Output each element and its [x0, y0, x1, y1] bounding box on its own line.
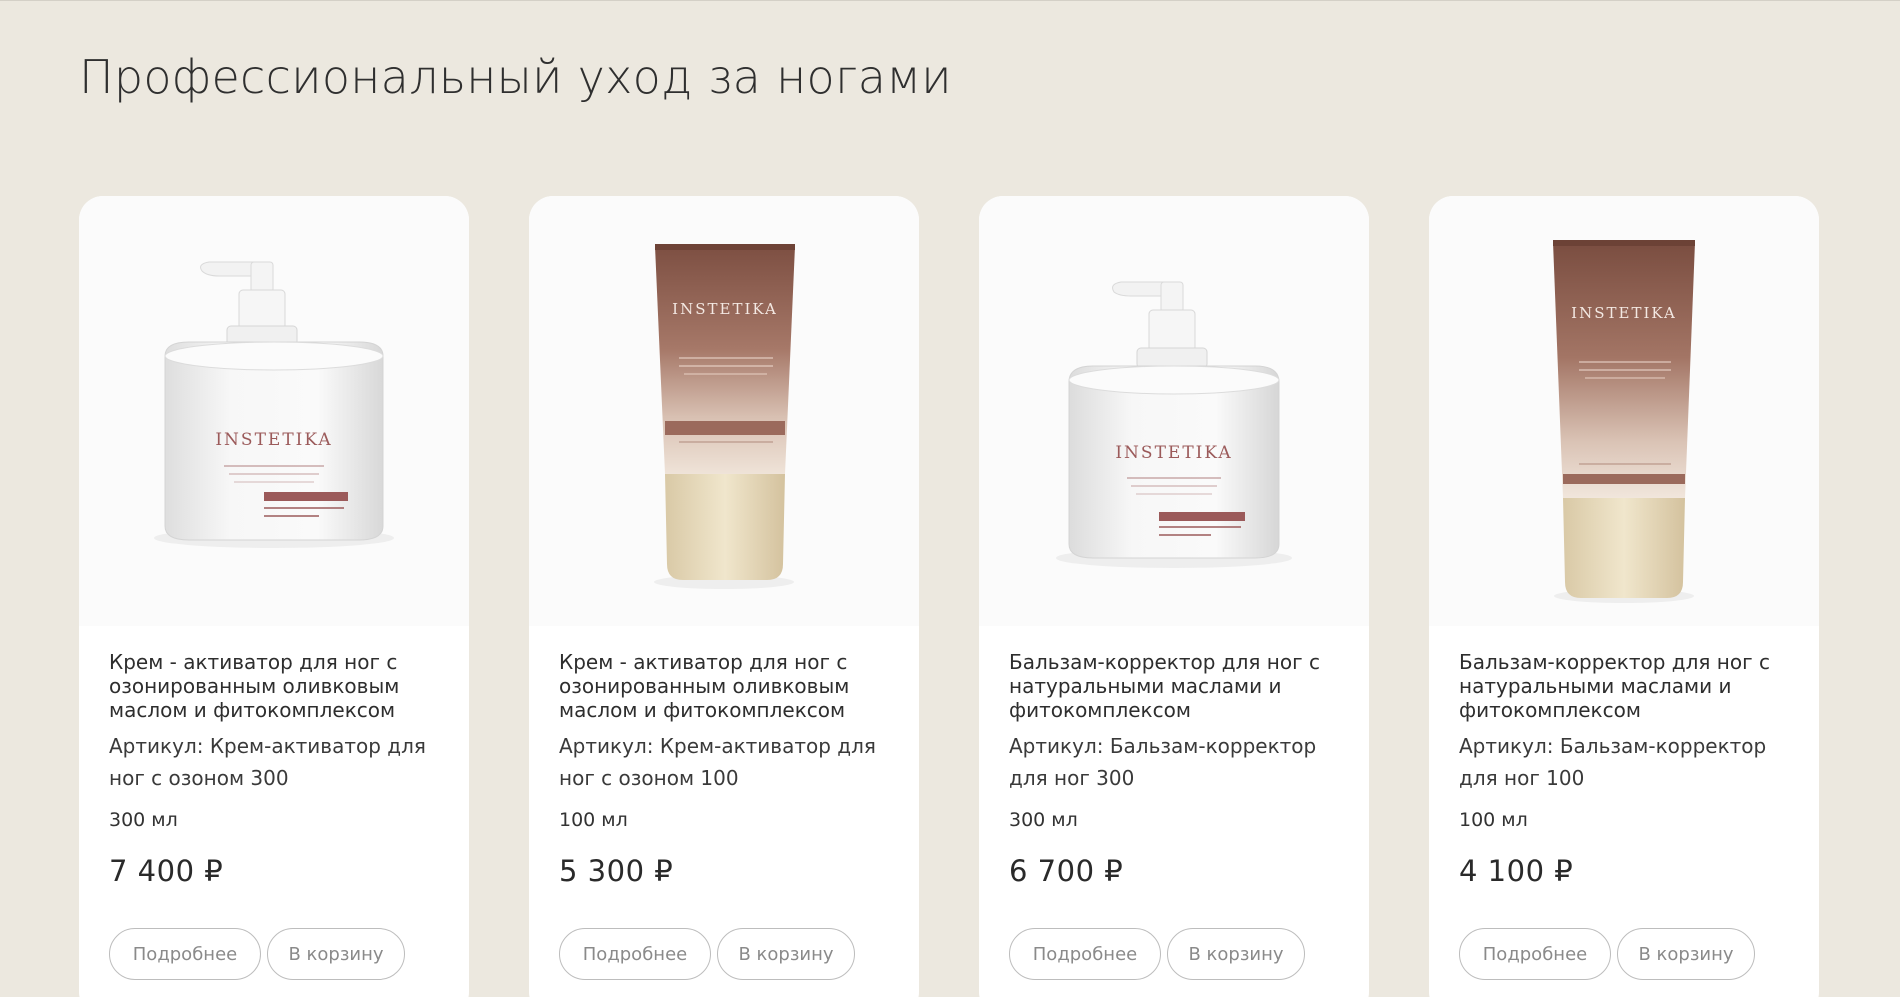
- tube-image: INSTETIKA: [654, 244, 795, 589]
- brand-label: INSTETIKA: [672, 300, 778, 318]
- tube-image: INSTETIKA: [1553, 240, 1695, 603]
- pump-jar-image: INSTETIKA: [154, 261, 394, 548]
- product-card[interactable]: INSTETIKA Крем - активатор для ног с озо…: [529, 196, 919, 997]
- brand-label: INSTETIKA: [215, 430, 332, 450]
- add-to-cart-button[interactable]: В корзину: [1617, 928, 1755, 980]
- product-name[interactable]: Бальзам-корректор для ног с натуральными…: [1459, 650, 1794, 722]
- brand-label: INSTETIKA: [1115, 443, 1232, 463]
- product-volume: 300 мл: [1009, 809, 1078, 831]
- product-price: 7 400 ₽: [109, 854, 224, 888]
- product-card[interactable]: INSTETIKA Крем - активатор для ног с озо…: [79, 196, 469, 997]
- add-to-cart-button[interactable]: В корзину: [717, 928, 855, 980]
- product-sku: Артикул: Крем-активатор для ног с озоном…: [109, 734, 426, 790]
- product-sku: Артикул: Бальзам-корректор для ног 300: [1009, 734, 1317, 790]
- product-image[interactable]: INSTETIKA: [979, 196, 1369, 626]
- add-to-cart-button[interactable]: В корзину: [267, 928, 405, 980]
- product-volume: 100 мл: [1459, 809, 1528, 831]
- product-card[interactable]: INSTETIKA Бальзам-корректор для ног с на…: [1429, 196, 1819, 997]
- details-button[interactable]: Подробнее: [109, 928, 261, 980]
- product-volume: 300 мл: [109, 809, 178, 831]
- add-to-cart-button[interactable]: В корзину: [1167, 928, 1305, 980]
- details-button[interactable]: Подробнее: [1459, 928, 1611, 980]
- product-price: 6 700 ₽: [1009, 854, 1124, 888]
- details-button[interactable]: Подробнее: [1009, 928, 1161, 980]
- brand-label: INSTETIKA: [1571, 304, 1677, 322]
- product-price: 4 100 ₽: [1459, 854, 1574, 888]
- product-image[interactable]: INSTETIKA: [529, 196, 919, 626]
- product-sku: Артикул: Крем-активатор для ног с озоном…: [559, 734, 876, 790]
- top-divider: [0, 0, 1900, 1]
- product-price: 5 300 ₽: [559, 854, 674, 888]
- product-grid: INSTETIKA Крем - активатор для ног с озо…: [79, 196, 1820, 997]
- product-sku: Артикул: Бальзам-корректор для ног 100: [1459, 734, 1767, 790]
- product-name[interactable]: Крем - активатор для ног с озонированным…: [559, 650, 894, 722]
- product-name[interactable]: Бальзам-корректор для ног с натуральными…: [1009, 650, 1344, 722]
- page-title: Профессиональный уход за ногами: [79, 50, 952, 104]
- product-volume: 100 мл: [559, 809, 628, 831]
- pump-jar-image: INSTETIKA: [1056, 281, 1292, 568]
- product-image[interactable]: INSTETIKA: [1429, 196, 1819, 626]
- details-button[interactable]: Подробнее: [559, 928, 711, 980]
- product-image[interactable]: INSTETIKA: [79, 196, 469, 626]
- product-name[interactable]: Крем - активатор для ног с озонированным…: [109, 650, 444, 722]
- product-card[interactable]: INSTETIKA Бальзам-корректор для ног с на…: [979, 196, 1369, 997]
